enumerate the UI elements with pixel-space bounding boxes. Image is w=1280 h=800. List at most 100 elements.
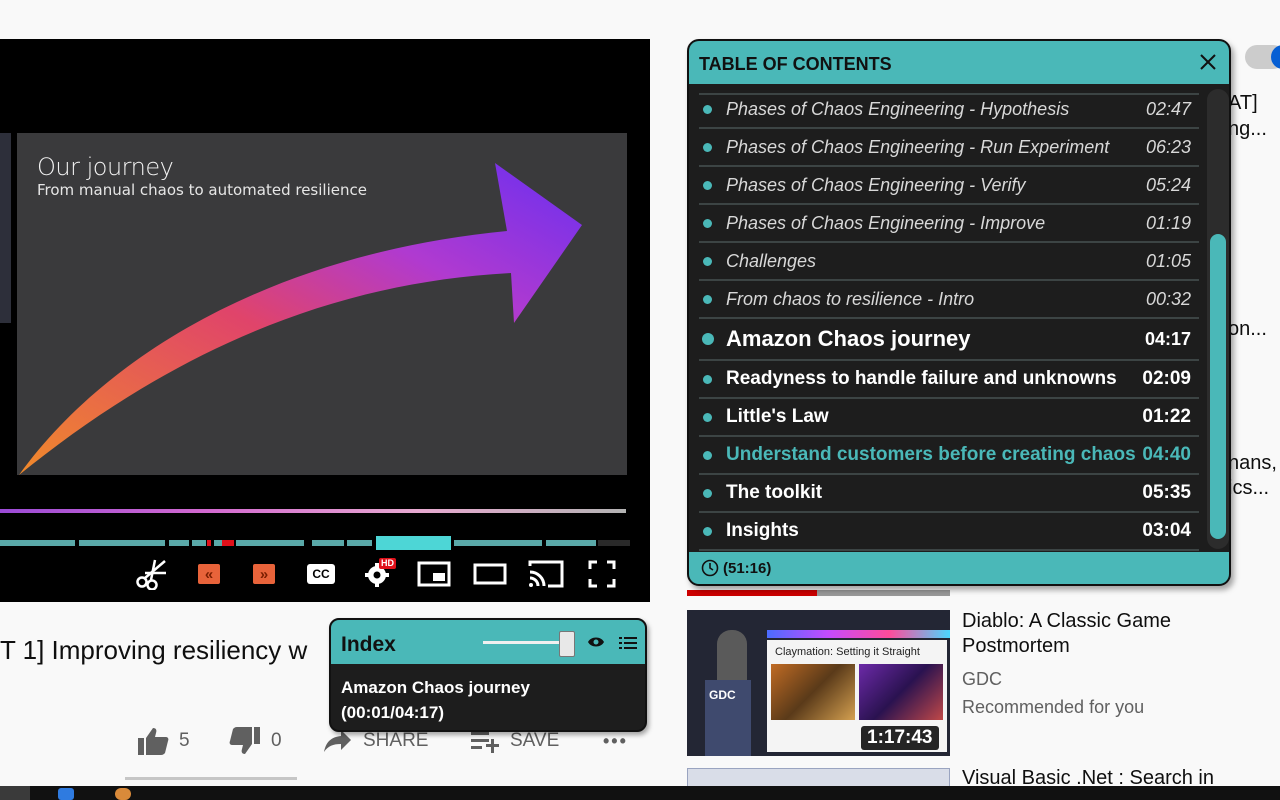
bullet-icon bbox=[702, 333, 714, 345]
toc-item[interactable]: Phases of Chaos Engineering - Verify 05:2… bbox=[699, 167, 1199, 205]
sidebar-peek-text: AT] bbox=[1228, 92, 1258, 114]
chapter-segment[interactable] bbox=[0, 540, 75, 546]
chapter-progress-text: (00:01/04:17) bbox=[341, 703, 445, 722]
cast-button[interactable] bbox=[528, 556, 564, 592]
fullscreen-button[interactable] bbox=[584, 556, 620, 592]
chapter-segment[interactable] bbox=[546, 540, 596, 546]
recommendation-channel[interactable]: GDC bbox=[962, 669, 1002, 690]
watched-progress-bar bbox=[687, 590, 950, 596]
playhead-marker[interactable] bbox=[222, 540, 234, 546]
toc-item-label: From chaos to resilience - Intro bbox=[726, 288, 975, 309]
recommendation-meta: Recommended for you bbox=[962, 697, 1145, 717]
theater-mode-button[interactable] bbox=[472, 556, 508, 592]
toc-item-time: 02:09 bbox=[1142, 368, 1191, 389]
chapter-segment[interactable] bbox=[169, 540, 189, 546]
close-icon[interactable] bbox=[1199, 53, 1217, 71]
chapter-segment[interactable] bbox=[214, 540, 222, 546]
toc-item[interactable]: Insights 03:04 bbox=[699, 513, 1199, 551]
bullet-icon bbox=[703, 526, 712, 536]
taskbar-app-icon[interactable] bbox=[115, 788, 131, 800]
toc-item-label: Phases of Chaos Engineering - Improve bbox=[726, 212, 1046, 233]
bullet-icon bbox=[703, 488, 712, 498]
cc-icon: CC bbox=[307, 564, 335, 584]
toc-item-current[interactable]: Amazon Chaos journey 04:17 bbox=[699, 319, 1199, 361]
like-button[interactable]: 5 bbox=[137, 725, 190, 757]
toc-item-time: 00:32 bbox=[1145, 288, 1191, 309]
toc-item[interactable]: The toolkit 05:35 bbox=[699, 475, 1199, 513]
save-label: SAVE bbox=[510, 730, 560, 751]
sidebar-peek-text: ng... bbox=[1228, 118, 1267, 140]
toc-item[interactable]: Phases of Chaos Engineering - Run Experi… bbox=[699, 129, 1199, 167]
theater-mode-icon bbox=[473, 563, 507, 585]
toc-item-time: 05:24 bbox=[1145, 174, 1191, 195]
rewind-chapter-icon: « bbox=[198, 564, 220, 584]
chapter-segment[interactable] bbox=[454, 540, 542, 546]
video-player[interactable]: Our journey From manual chaos to automat… bbox=[0, 39, 650, 602]
toc-item-label: Little's Law bbox=[726, 406, 829, 427]
toc-item[interactable]: From chaos to resilience - Intro 00:32 bbox=[699, 281, 1199, 319]
chapter-segment[interactable] bbox=[79, 540, 165, 546]
taskbar-app-icon[interactable] bbox=[58, 788, 74, 800]
previous-chapter-button[interactable]: « bbox=[191, 556, 227, 592]
toc-item-time: 04:40 bbox=[1142, 444, 1191, 465]
share-label: SHARE bbox=[363, 730, 429, 751]
toc-title: TABLE OF CONTENTS bbox=[699, 54, 892, 74]
current-chapter-segment[interactable] bbox=[376, 536, 451, 550]
slide-edge bbox=[0, 133, 11, 323]
bullet-icon bbox=[703, 104, 712, 114]
toggle-knob bbox=[1271, 45, 1280, 69]
toc-item-hovered[interactable]: Understand customers before creating cha… bbox=[699, 437, 1199, 475]
taskbar-item[interactable] bbox=[0, 786, 30, 800]
toc-scrollbar-thumb[interactable] bbox=[1210, 234, 1226, 539]
toc-item-label: Amazon Chaos journey bbox=[726, 326, 971, 351]
gdc-banner bbox=[767, 630, 950, 638]
toc-item-time: 02:47 bbox=[1145, 98, 1191, 119]
toc-scrollbar[interactable] bbox=[1207, 89, 1229, 549]
chapter-segment[interactable] bbox=[207, 540, 211, 546]
toc-item-label: The toolkit bbox=[726, 482, 823, 503]
thumbs-up-icon bbox=[138, 728, 169, 755]
chapter-segment[interactable] bbox=[347, 540, 372, 546]
eye-icon[interactable] bbox=[587, 635, 605, 649]
player-controls: « » CC HD bbox=[0, 554, 650, 594]
bullet-icon bbox=[703, 142, 712, 152]
bullet-icon bbox=[703, 180, 712, 190]
toc-item[interactable]: Phases of Chaos Engineering - Hypothesis… bbox=[699, 91, 1199, 129]
next-chapter-button[interactable]: » bbox=[246, 556, 282, 592]
settings-button[interactable]: HD bbox=[360, 556, 396, 592]
list-icon[interactable] bbox=[619, 636, 637, 650]
toc-item[interactable]: Little's Law 01:22 bbox=[699, 399, 1199, 437]
toc-item[interactable]: Challenges 01:05 bbox=[699, 243, 1199, 281]
index-panel: Index Amazon Chaos journey (00:01/04:17) bbox=[329, 618, 647, 732]
dislike-button[interactable]: 0 bbox=[229, 725, 282, 757]
opacity-slider-handle[interactable] bbox=[559, 631, 575, 657]
chapter-segment[interactable] bbox=[312, 540, 344, 546]
bullet-icon bbox=[703, 374, 712, 384]
chapter-segment[interactable] bbox=[192, 540, 206, 546]
toc-item-label: Phases of Chaos Engineering - Hypothesis bbox=[726, 98, 1070, 119]
toc-item[interactable]: Phases of Chaos Engineering - Improve 01:… bbox=[699, 205, 1199, 243]
clock-icon bbox=[701, 559, 719, 577]
toc-item-time: 04:17 bbox=[1144, 328, 1191, 349]
game-screenshot-right bbox=[859, 664, 943, 720]
chapter-progress-bar[interactable] bbox=[0, 536, 630, 550]
toc-item-time: 06:23 bbox=[1145, 136, 1191, 157]
autoplay-toggle[interactable] bbox=[1245, 45, 1280, 69]
toc-header: TABLE OF CONTENTS bbox=[689, 41, 1229, 84]
sidebar-peek-text: ics... bbox=[1228, 477, 1270, 499]
fullscreen-icon bbox=[588, 560, 616, 588]
toc-item-label: Readyness to handle failure and unknowns bbox=[726, 368, 1117, 389]
total-duration: (51:16) bbox=[723, 560, 772, 577]
index-title: Index bbox=[341, 633, 396, 656]
toc-footer: (51:16) bbox=[689, 552, 1229, 584]
recommendation-title[interactable]: Diablo: A Classic Game Postmortem bbox=[962, 609, 1262, 659]
forward-chapter-icon: » bbox=[253, 564, 275, 584]
chapter-segment[interactable] bbox=[598, 540, 630, 546]
chapter-segment[interactable] bbox=[236, 540, 304, 546]
clip-button[interactable] bbox=[134, 556, 170, 592]
miniplayer-button[interactable] bbox=[416, 556, 452, 592]
subtitles-button[interactable]: CC bbox=[303, 556, 339, 592]
toc-item-time: 03:04 bbox=[1142, 520, 1191, 541]
toc-item[interactable]: Readyness to handle failure and unknowns… bbox=[699, 361, 1199, 399]
gdc-podium-logo: GDC bbox=[709, 688, 736, 702]
